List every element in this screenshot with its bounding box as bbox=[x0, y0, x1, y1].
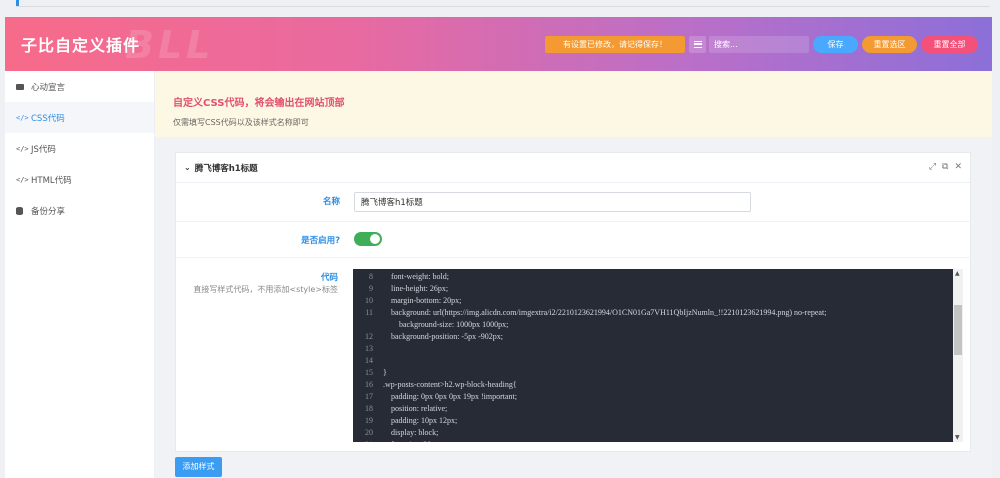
sidebar-item-heart-declaration[interactable]: 心动宣言 bbox=[5, 71, 154, 102]
line-number: 16 bbox=[365, 380, 373, 389]
code-line: 18 position: relative; bbox=[353, 403, 951, 415]
clone-icon[interactable]: ⧉ bbox=[942, 162, 948, 172]
card-tools: ⤢ ⧉ ✕ bbox=[929, 162, 962, 172]
line-number: 19 bbox=[365, 416, 373, 425]
editor-scrollbar[interactable]: ▲ ▼ bbox=[953, 269, 963, 442]
top-strip bbox=[0, 0, 1000, 8]
code-text: padding: 10px 12px; bbox=[383, 416, 458, 425]
enable-toggle[interactable] bbox=[354, 232, 382, 246]
code-line: 19 padding: 10px 12px; bbox=[353, 415, 951, 427]
code-icon: </> bbox=[16, 144, 29, 153]
sidebar-item-html[interactable]: </> HTML代码 bbox=[5, 164, 154, 195]
code-label: 代码 bbox=[320, 273, 338, 283]
reset-all-button[interactable]: 重置全部 bbox=[921, 36, 978, 53]
code-text: padding: 0px 0px 0px 19px !important; bbox=[383, 392, 517, 401]
style-card-header[interactable]: ⌄ 腾飞博客h1标题 bbox=[176, 153, 970, 183]
main-content: 自定义CSS代码，将会输出在网站顶部 仅需填写CSS代码以及该样式名称即可 ⌄ … bbox=[155, 71, 992, 478]
list-icon bbox=[693, 41, 702, 48]
scroll-up-icon[interactable]: ▲ bbox=[955, 270, 960, 277]
code-text: background: url(https://img.alicdn.com/i… bbox=[383, 308, 827, 317]
code-line: 10 margin-bottom: 20px; bbox=[353, 295, 951, 307]
add-style-button[interactable]: 添加样式 bbox=[175, 457, 222, 477]
css-code-editor[interactable]: 8 font-weight: bold; 9 line-height: 26px;… bbox=[353, 269, 963, 442]
line-number: 11 bbox=[365, 308, 373, 317]
toggle-knob bbox=[370, 234, 380, 244]
code-icon: </> bbox=[16, 175, 29, 184]
name-row: 名称 bbox=[176, 183, 972, 222]
code-text: margin-bottom: 20px; bbox=[383, 296, 462, 305]
section-heading: 自定义CSS代码，将会输出在网站顶部 bbox=[173, 98, 345, 109]
code-line: 9 line-height: 26px; bbox=[353, 283, 951, 295]
top-divider bbox=[16, 6, 990, 7]
code-text: font-weight: bold; bbox=[383, 272, 449, 281]
code-line: 21 font-size: 20px; bbox=[353, 439, 951, 442]
line-number: 17 bbox=[365, 392, 373, 401]
name-field[interactable] bbox=[354, 192, 751, 212]
line-number: 10 bbox=[365, 296, 373, 305]
code-lines: 8 font-weight: bold; 9 line-height: 26px;… bbox=[353, 271, 951, 442]
code-line: 12 background-position: -5px -902px; bbox=[353, 331, 951, 343]
code-text: position: relative; bbox=[383, 404, 448, 413]
heart-card-icon bbox=[16, 83, 24, 90]
code-line: 13 bbox=[353, 343, 951, 355]
section-subtext: 仅需填写CSS代码以及该样式名称即可 bbox=[173, 118, 309, 127]
sidebar-item-label: 心动宣言 bbox=[31, 82, 66, 93]
sidebar-item-backup[interactable]: 备份分享 bbox=[5, 195, 154, 226]
sidebar-item-label: HTML代码 bbox=[31, 175, 72, 186]
settings-panel: BLL 子比自定义插件 有设置已修改，请记得保存！ 保存 重置选区 重置全部 心… bbox=[5, 17, 992, 478]
code-text: .wp-posts-content>h2.wp-block-heading{ bbox=[383, 380, 517, 389]
scroll-down-icon[interactable]: ▼ bbox=[955, 434, 960, 441]
style-card-title: 腾飞博客h1标题 bbox=[194, 163, 258, 174]
close-icon[interactable]: ✕ bbox=[954, 162, 962, 172]
line-number: 15 bbox=[365, 368, 373, 377]
line-number: 13 bbox=[365, 344, 373, 353]
line-number: 20 bbox=[365, 428, 373, 437]
line-number: 12 bbox=[365, 332, 373, 341]
code-line: 20 display: block; bbox=[353, 427, 951, 439]
page-title: 子比自定义插件 bbox=[21, 36, 141, 55]
sidebar-item-label: CSS代码 bbox=[31, 113, 65, 124]
code-text: line-height: 26px; bbox=[383, 284, 449, 293]
style-card: ⌄ 腾飞博客h1标题 ⤢ ⧉ ✕ 名称 是否启用? 代码 直接写样式代码，不用添… bbox=[175, 152, 972, 452]
reset-section-button[interactable]: 重置选区 bbox=[862, 36, 917, 53]
code-line: 16 .wp-posts-content>h2.wp-block-heading{ bbox=[353, 379, 951, 391]
line-number: 8 bbox=[369, 272, 373, 281]
search-input[interactable] bbox=[709, 36, 809, 53]
expand-all-button[interactable] bbox=[689, 36, 706, 53]
line-number: 18 bbox=[365, 404, 373, 413]
scrollbar-thumb[interactable] bbox=[954, 305, 962, 355]
code-description: 直接写样式代码，不用添加<style>标签 bbox=[193, 285, 338, 294]
code-line: 15} bbox=[353, 367, 951, 379]
code-line: 11 background: url(https://img.alicdn.co… bbox=[353, 307, 951, 319]
code-text: background-position: -5px -902px; bbox=[383, 332, 503, 341]
name-label: 名称 bbox=[322, 197, 340, 207]
sidebar-item-label: 备份分享 bbox=[31, 206, 66, 217]
fullscreen-icon[interactable]: ⤢ bbox=[929, 162, 936, 172]
code-icon: </> bbox=[16, 113, 29, 122]
code-line: 14 bbox=[353, 355, 951, 367]
code-text: background-size: 1000px 1000px; bbox=[383, 320, 509, 329]
code-line: 8 font-weight: bold; bbox=[353, 271, 951, 283]
header: BLL 子比自定义插件 有设置已修改，请记得保存！ 保存 重置选区 重置全部 bbox=[5, 17, 992, 71]
line-number: 9 bbox=[369, 284, 373, 293]
code-text: display: block; bbox=[383, 428, 439, 437]
enable-row: 是否启用? bbox=[176, 222, 972, 258]
unsaved-notice: 有设置已修改，请记得保存！ bbox=[545, 36, 685, 53]
sidebar-item-css[interactable]: </> CSS代码 bbox=[5, 102, 154, 133]
chevron-down-icon: ⌄ bbox=[184, 163, 191, 172]
code-line: background-size: 1000px 1000px; bbox=[353, 319, 951, 331]
section-banner: 自定义CSS代码，将会输出在网站顶部 仅需填写CSS代码以及该样式名称即可 bbox=[155, 71, 992, 137]
database-icon bbox=[16, 206, 23, 215]
code-text: font-size: 20px; bbox=[383, 440, 441, 442]
code-text: } bbox=[383, 368, 387, 377]
code-line: 17 padding: 0px 0px 0px 19px !important; bbox=[353, 391, 951, 403]
enable-label: 是否启用? bbox=[301, 236, 340, 246]
sidebar: 心动宣言 </> CSS代码 </> JS代码 </> HTML代码 备份分享 bbox=[5, 71, 155, 478]
sidebar-item-js[interactable]: </> JS代码 bbox=[5, 133, 154, 164]
line-number: 21 bbox=[353, 439, 373, 442]
sidebar-item-label: JS代码 bbox=[31, 144, 56, 155]
save-button[interactable]: 保存 bbox=[813, 36, 858, 53]
line-number: 14 bbox=[365, 356, 373, 365]
